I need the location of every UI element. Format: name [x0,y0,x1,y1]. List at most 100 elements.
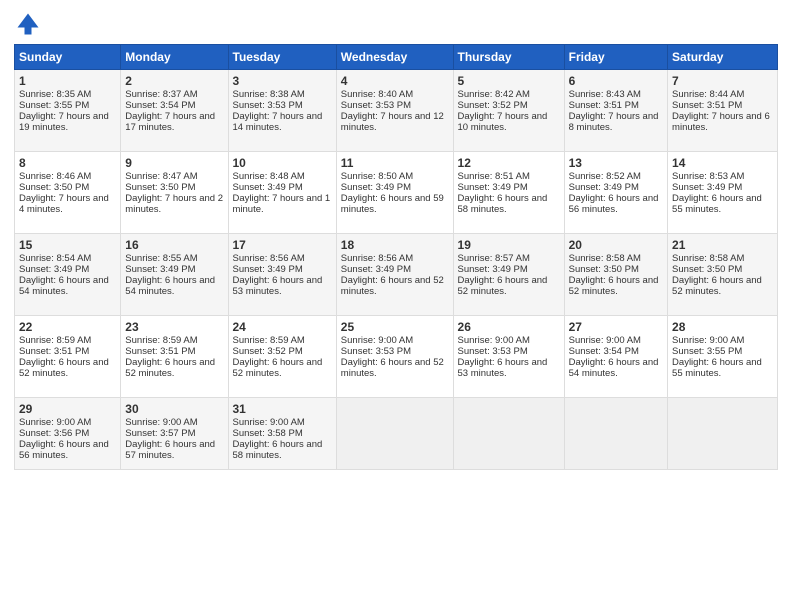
sunset-text: Sunset: 3:52 PM [458,100,560,111]
sunset-text: Sunset: 3:49 PM [125,264,223,275]
day-number: 24 [233,320,332,334]
daylight-text: Daylight: 6 hours and 56 minutes. [569,193,663,215]
day-number: 17 [233,238,332,252]
calendar-cell: 15Sunrise: 8:54 AMSunset: 3:49 PMDayligh… [15,234,121,316]
sunset-text: Sunset: 3:53 PM [233,100,332,111]
sunset-text: Sunset: 3:55 PM [19,100,116,111]
calendar-cell: 2Sunrise: 8:37 AMSunset: 3:54 PMDaylight… [121,70,228,152]
daylight-text: Daylight: 6 hours and 52 minutes. [569,275,663,297]
daylight-text: Daylight: 6 hours and 54 minutes. [19,275,116,297]
calendar-cell: 25Sunrise: 9:00 AMSunset: 3:53 PMDayligh… [336,316,453,398]
header [14,10,778,38]
daylight-text: Daylight: 6 hours and 53 minutes. [458,357,560,379]
sunrise-text: Sunrise: 9:00 AM [341,335,449,346]
day-number: 2 [125,74,223,88]
day-number: 31 [233,402,332,416]
sunrise-text: Sunrise: 8:56 AM [233,253,332,264]
daylight-text: Daylight: 6 hours and 52 minutes. [458,275,560,297]
calendar-cell: 12Sunrise: 8:51 AMSunset: 3:49 PMDayligh… [453,152,564,234]
day-number: 5 [458,74,560,88]
daylight-text: Daylight: 6 hours and 55 minutes. [672,357,773,379]
daylight-text: Daylight: 7 hours and 17 minutes. [125,111,223,133]
calendar-cell: 4Sunrise: 8:40 AMSunset: 3:53 PMDaylight… [336,70,453,152]
sunset-text: Sunset: 3:49 PM [233,182,332,193]
day-number: 27 [569,320,663,334]
day-number: 15 [19,238,116,252]
day-number: 4 [341,74,449,88]
calendar-cell [453,398,564,470]
sunrise-text: Sunrise: 8:50 AM [341,171,449,182]
sunset-text: Sunset: 3:50 PM [672,264,773,275]
sunrise-text: Sunrise: 8:59 AM [233,335,332,346]
sunset-text: Sunset: 3:55 PM [672,346,773,357]
sunrise-text: Sunrise: 8:38 AM [233,89,332,100]
week-row-5: 29Sunrise: 9:00 AMSunset: 3:56 PMDayligh… [15,398,778,470]
sunrise-text: Sunrise: 8:55 AM [125,253,223,264]
sunset-text: Sunset: 3:51 PM [569,100,663,111]
calendar-cell: 22Sunrise: 8:59 AMSunset: 3:51 PMDayligh… [15,316,121,398]
sunrise-text: Sunrise: 9:00 AM [458,335,560,346]
sunrise-text: Sunrise: 8:58 AM [672,253,773,264]
sunset-text: Sunset: 3:51 PM [19,346,116,357]
daylight-text: Daylight: 6 hours and 54 minutes. [569,357,663,379]
daylight-text: Daylight: 7 hours and 8 minutes. [569,111,663,133]
sunset-text: Sunset: 3:49 PM [341,264,449,275]
day-number: 20 [569,238,663,252]
day-number: 14 [672,156,773,170]
header-cell-tuesday: Tuesday [228,45,336,70]
sunset-text: Sunset: 3:58 PM [233,428,332,439]
day-number: 23 [125,320,223,334]
daylight-text: Daylight: 7 hours and 6 minutes. [672,111,773,133]
daylight-text: Daylight: 6 hours and 53 minutes. [233,275,332,297]
sunset-text: Sunset: 3:56 PM [19,428,116,439]
sunrise-text: Sunrise: 8:51 AM [458,171,560,182]
page-container: SundayMondayTuesdayWednesdayThursdayFrid… [0,0,792,478]
daylight-text: Daylight: 7 hours and 1 minute. [233,193,332,215]
calendar-cell: 21Sunrise: 8:58 AMSunset: 3:50 PMDayligh… [668,234,778,316]
sunrise-text: Sunrise: 8:48 AM [233,171,332,182]
week-row-4: 22Sunrise: 8:59 AMSunset: 3:51 PMDayligh… [15,316,778,398]
calendar-cell: 23Sunrise: 8:59 AMSunset: 3:51 PMDayligh… [121,316,228,398]
sunset-text: Sunset: 3:50 PM [125,182,223,193]
daylight-text: Daylight: 6 hours and 54 minutes. [125,275,223,297]
sunset-text: Sunset: 3:51 PM [672,100,773,111]
daylight-text: Daylight: 6 hours and 59 minutes. [341,193,449,215]
sunrise-text: Sunrise: 8:46 AM [19,171,116,182]
daylight-text: Daylight: 7 hours and 10 minutes. [458,111,560,133]
sunrise-text: Sunrise: 9:00 AM [19,417,116,428]
day-number: 7 [672,74,773,88]
calendar-table: SundayMondayTuesdayWednesdayThursdayFrid… [14,44,778,470]
daylight-text: Daylight: 6 hours and 55 minutes. [672,193,773,215]
sunrise-text: Sunrise: 8:56 AM [341,253,449,264]
day-number: 11 [341,156,449,170]
sunset-text: Sunset: 3:49 PM [569,182,663,193]
header-cell-friday: Friday [564,45,667,70]
sunrise-text: Sunrise: 8:59 AM [125,335,223,346]
calendar-cell: 1Sunrise: 8:35 AMSunset: 3:55 PMDaylight… [15,70,121,152]
sunrise-text: Sunrise: 9:00 AM [569,335,663,346]
day-number: 13 [569,156,663,170]
sunrise-text: Sunrise: 8:58 AM [569,253,663,264]
sunset-text: Sunset: 3:52 PM [233,346,332,357]
sunrise-text: Sunrise: 8:44 AM [672,89,773,100]
daylight-text: Daylight: 6 hours and 52 minutes. [341,357,449,379]
calendar-cell: 11Sunrise: 8:50 AMSunset: 3:49 PMDayligh… [336,152,453,234]
daylight-text: Daylight: 6 hours and 52 minutes. [19,357,116,379]
sunrise-text: Sunrise: 8:42 AM [458,89,560,100]
day-number: 18 [341,238,449,252]
sunset-text: Sunset: 3:53 PM [341,100,449,111]
calendar-cell: 3Sunrise: 8:38 AMSunset: 3:53 PMDaylight… [228,70,336,152]
day-number: 19 [458,238,560,252]
day-number: 9 [125,156,223,170]
sunrise-text: Sunrise: 8:40 AM [341,89,449,100]
logo [14,10,46,38]
calendar-cell: 14Sunrise: 8:53 AMSunset: 3:49 PMDayligh… [668,152,778,234]
calendar-cell: 27Sunrise: 9:00 AMSunset: 3:54 PMDayligh… [564,316,667,398]
calendar-cell: 18Sunrise: 8:56 AMSunset: 3:49 PMDayligh… [336,234,453,316]
calendar-cell [336,398,453,470]
calendar-cell: 10Sunrise: 8:48 AMSunset: 3:49 PMDayligh… [228,152,336,234]
daylight-text: Daylight: 6 hours and 58 minutes. [233,439,332,461]
sunrise-text: Sunrise: 8:59 AM [19,335,116,346]
sunset-text: Sunset: 3:49 PM [19,264,116,275]
sunset-text: Sunset: 3:53 PM [458,346,560,357]
